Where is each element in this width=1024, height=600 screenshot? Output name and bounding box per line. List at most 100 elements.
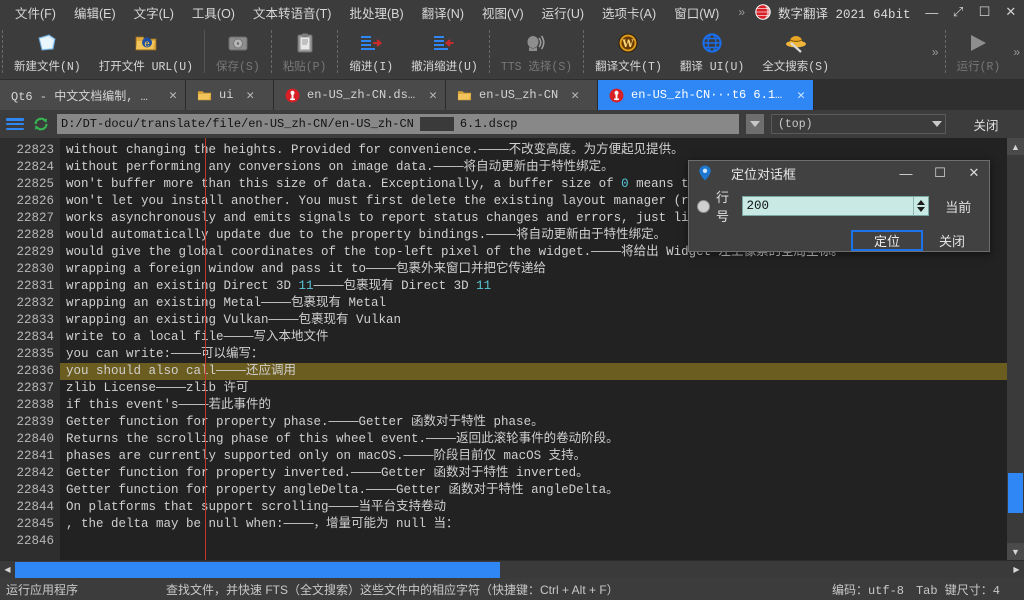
outdent-icon [431,31,457,55]
line-number: 22846 [16,534,54,548]
toolbar-separator [204,30,206,73]
locate-dialog-close-icon[interactable]: ✕ [961,162,987,184]
line-number-stepper[interactable] [742,196,930,216]
tab-en-us-zh-cn-dscp[interactable]: en-US_zh-CN.dscp ✕ [274,80,446,110]
code-line[interactable]: Getter function for property angleDelta.… [60,482,1007,499]
toolbar-translate-ui-button[interactable]: 翻译 UI(U) [671,24,753,79]
window-minimize-button[interactable]: — [919,0,945,24]
tab-close-icon[interactable]: ✕ [797,88,805,103]
toolbar-translate-file-button[interactable]: W 翻译文件(T) [586,24,671,79]
window-maximize-button[interactable]: ☐ [971,0,997,24]
code-line[interactable] [60,533,1007,550]
tab-en-us-zh-cn-folder[interactable]: en-US_zh-CN ✕ [446,80,598,110]
code-line[interactable]: wrapping an existing Vulkan————包裹现有 Vulk… [60,312,1007,329]
menu-item-translate[interactable]: 翻译(N) [413,0,473,25]
goto-button[interactable]: 定位 [851,230,923,251]
code-line[interactable]: phases are currently supported only on m… [60,448,1007,465]
toolbar-overflow-left-icon[interactable]: » [928,45,943,59]
path-input[interactable]: D:/DT-docu/translate/file/en-US_zh-CN/en… [57,114,739,134]
code-line[interactable]: , the delta may be null when:————，增量可能为 … [60,516,1007,533]
menu-item-batch[interactable]: 批处理(B) [340,0,412,25]
scroll-right-arrow-icon[interactable]: ▶ [1009,560,1024,579]
scope-select-value: (top) [778,117,813,131]
globe-icon [699,31,725,55]
code-line[interactable]: without changing the heights. Provided f… [60,142,1007,159]
toolbar-new-file-button[interactable]: 新建文件(N) [5,24,90,79]
tab-close-icon[interactable]: ✕ [169,88,177,103]
toolbar-tts-button[interactable]: TTS 选择(S) [492,24,581,79]
line-number-spin-buttons[interactable] [913,197,929,215]
horizontal-scroll-thumb[interactable] [15,561,500,578]
menu-item-view[interactable]: 视图(V) [473,0,533,25]
code-line[interactable]: wrapping an existing Direct 3D 11————包裹现… [60,278,1007,295]
menu-item-file[interactable]: 文件(F) [6,0,65,25]
code-line[interactable]: if this event's————若此事件的 [60,397,1007,414]
code-line[interactable]: Returns the scrolling phase of this whee… [60,431,1007,448]
tab-close-icon[interactable]: ✕ [246,88,254,103]
toolbar-indent-button[interactable]: 缩进(I) [340,24,402,79]
menu-item-tts[interactable]: 文本转语音(T) [244,0,340,25]
code-line[interactable]: you can write:————可以编写： [60,346,1007,363]
menu-item-edit[interactable]: 编辑(E) [65,0,125,25]
toolbar-open-file-button[interactable]: e 打开文件 URL(U) [90,24,202,79]
toolbar-save-button[interactable]: 保存(S) [207,24,269,79]
window-restore-button[interactable]: ⤢ [945,0,971,24]
path-dropdown-button[interactable] [746,114,764,134]
line-number-radio[interactable] [697,199,710,213]
tab-en-us-zh-cn-qt6-dscp[interactable]: en-US_zh-CN···t6 6.1.dscp ✕ [598,80,814,110]
horizontal-scroll-track[interactable] [15,561,1009,579]
toolbar-outdent-button[interactable]: 撤消缩进(U) [402,24,487,79]
vertical-scroll-track[interactable] [1007,155,1024,543]
spin-down-icon[interactable] [917,207,926,212]
hamburger-icon[interactable] [5,116,25,132]
tab-ui[interactable]: ui ✕ [186,80,274,110]
toolbar-fulltext-search-button[interactable]: 全文搜索(S) [753,24,838,79]
toolbar-paste-button[interactable]: 粘贴(P) [274,24,336,79]
vertical-scrollbar[interactable]: ▲ ▼ [1007,138,1024,560]
menu-item-tools[interactable]: 工具(O) [183,0,244,25]
tab-label: ui [219,88,234,102]
toolbar-overflow-right-icon[interactable]: » [1009,45,1024,59]
toolbar-run-button[interactable]: 运行(R) [948,24,1010,79]
code-line[interactable]: Getter function for property phase.————G… [60,414,1007,431]
dscp-icon [609,88,624,102]
scope-select[interactable]: (top) [771,114,946,134]
open-folder-icon: e [133,31,159,55]
vertical-scroll-thumb[interactable] [1008,473,1023,513]
scroll-up-arrow-icon[interactable]: ▲ [1007,138,1024,155]
menu-item-window[interactable]: 窗口(W) [665,0,728,25]
tab-close-icon[interactable]: ✕ [429,88,437,103]
menu-bar: 文件(F) 编辑(E) 文字(L) 工具(O) 文本转语音(T) 批处理(B) … [0,0,1024,24]
code-line[interactable]: Getter function for property inverted.——… [60,465,1007,482]
refresh-icon[interactable] [32,115,50,133]
window-close-button[interactable]: ✕ [998,0,1024,24]
current-button[interactable]: 当前 [935,197,981,216]
code-line[interactable]: zlib License————zlib 许可 [60,380,1007,397]
toolbar-save-label: 保存(S) [216,60,260,74]
code-line[interactable]: you should also call————还应调用 [60,363,1007,380]
locate-dialog-minimize[interactable]: — [893,162,919,184]
locate-dialog[interactable]: 定位对话框 — ☐ ✕ 行号 当前 定位 关闭 [688,160,990,252]
code-line[interactable]: wrapping a foreign window and pass it to… [60,261,1007,278]
scroll-left-arrow-icon[interactable]: ◀ [0,560,15,579]
line-number-input[interactable] [743,197,914,215]
close-document-button[interactable]: 关闭 [953,113,1019,135]
locate-dialog-titlebar[interactable]: 定位对话框 — ☐ ✕ [689,161,989,185]
spin-up-icon[interactable] [917,200,926,205]
path-suffix: 6.1.dscp [459,117,518,131]
menu-item-text[interactable]: 文字(L) [125,0,183,25]
scroll-down-arrow-icon[interactable]: ▼ [1007,543,1024,560]
code-line[interactable]: wrapping an existing Metal————包裹现有 Metal [60,295,1007,312]
tab-close-icon[interactable]: ✕ [571,88,579,103]
code-line[interactable]: On platforms that support scrolling————当… [60,499,1007,516]
tab-qt6-docs[interactable]: Qt6 - 中文文档编制, 帮··· ✕ [0,80,186,110]
horizontal-scrollbar[interactable]: ◀ ▶ [0,560,1024,579]
code-line[interactable]: write to a local file————写入本地文件 [60,329,1007,346]
line-number: 22843 [16,483,54,497]
menu-item-tabs[interactable]: 选项卡(A) [593,0,665,25]
dialog-close-button[interactable]: 关闭 [923,231,981,250]
locate-dialog-maximize[interactable]: ☐ [927,162,953,184]
menu-item-run[interactable]: 运行(U) [533,0,593,25]
menu-overflow-icon[interactable]: » [728,5,755,19]
line-number: 22838 [16,398,54,412]
